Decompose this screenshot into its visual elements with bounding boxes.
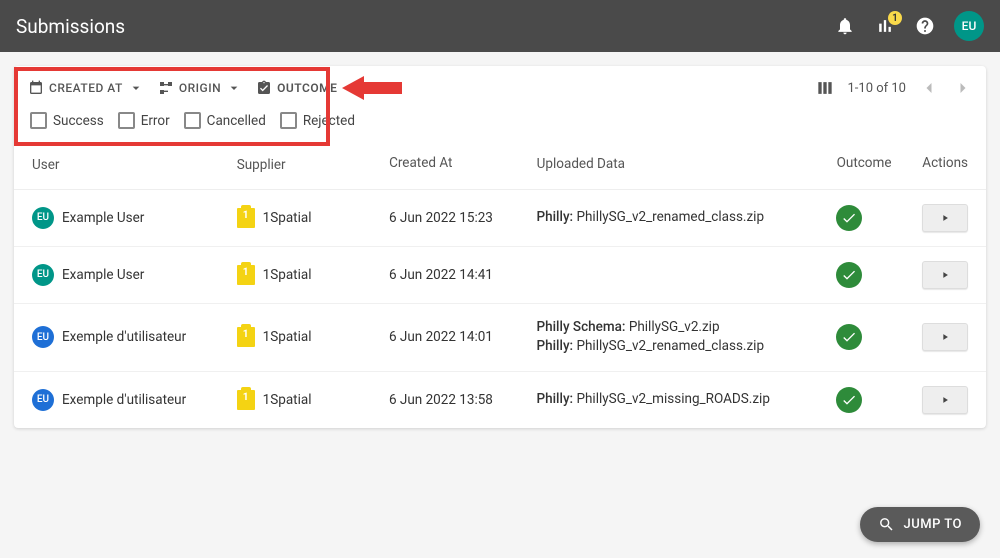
supplier-icon <box>237 208 255 228</box>
supplier-icon <box>237 327 255 347</box>
filter-origin[interactable]: ORIGIN <box>156 76 244 100</box>
prev-page-button[interactable] <box>918 77 940 99</box>
jump-to-button[interactable]: JUMP TO <box>860 507 980 542</box>
chevron-down-icon <box>128 80 144 96</box>
uploaded-data: Philly: PhillySG_v2_renamed_class.zip <box>537 208 837 228</box>
uploaded-data: Philly Schema: PhillySG_v2.zip Philly: P… <box>537 318 837 357</box>
supplier-icon <box>237 265 255 285</box>
jump-to-label: JUMP TO <box>903 517 962 532</box>
calendar-icon <box>28 80 44 96</box>
outcome-option-cancelled[interactable]: Cancelled <box>184 112 266 129</box>
table-row: EU Exemple d'utilisateur 1Spatial 6 Jun … <box>14 372 986 428</box>
table-row: EU Example User 1Spatial 6 Jun 2022 15:2… <box>14 190 986 247</box>
submissions-table: User Supplier Created At Uploaded Data O… <box>14 141 986 428</box>
page-title: Submissions <box>16 15 834 38</box>
pagination-label: 1-10 of 10 <box>847 81 906 96</box>
columns-icon[interactable] <box>815 78 835 98</box>
col-header-supplier: Supplier <box>237 155 389 175</box>
col-header-uploaded: Uploaded Data <box>537 155 837 175</box>
outcome-option-rejected[interactable]: Rejected <box>280 112 355 129</box>
filter-label: OUTCOME <box>277 81 337 95</box>
filter-label: ORIGIN <box>179 81 221 95</box>
user-name: Exemple d'utilisateur <box>62 392 186 408</box>
top-bar: Submissions 1 EU <box>0 0 1000 52</box>
filter-outcome[interactable]: OUTCOME <box>254 76 360 100</box>
supplier-name: 1Spatial <box>263 210 312 226</box>
notifications-icon[interactable] <box>834 15 856 37</box>
checkbox-icon <box>280 112 297 129</box>
row-action-button[interactable] <box>922 261 968 289</box>
user-avatar[interactable]: EU <box>954 11 984 41</box>
created-at: 6 Jun 2022 14:01 <box>389 329 537 345</box>
user-name: Exemple d'utilisateur <box>62 329 186 345</box>
supplier-name: 1Spatial <box>263 267 312 283</box>
outcome-option-error[interactable]: Error <box>118 112 170 129</box>
outcome-success-icon <box>836 324 862 350</box>
analytics-icon[interactable]: 1 <box>874 15 896 37</box>
created-at: 6 Jun 2022 15:23 <box>389 210 537 226</box>
help-icon[interactable] <box>914 15 936 37</box>
option-label: Cancelled <box>207 113 266 129</box>
user-avatar-icon: EU <box>32 389 54 411</box>
uploaded-data: Philly: PhillySG_v2_missing_ROADS.zip <box>537 390 837 410</box>
filter-bar: CREATED AT ORIGIN OUTCOME 1-10 of 10 <box>14 66 986 108</box>
option-label: Error <box>141 113 170 129</box>
user-name: Example User <box>62 267 144 283</box>
col-header-created: Created At <box>389 155 537 175</box>
user-avatar-icon: EU <box>32 207 54 229</box>
analytics-badge: 1 <box>888 11 902 25</box>
filter-label: CREATED AT <box>49 81 123 95</box>
row-action-button[interactable] <box>922 323 968 351</box>
next-page-button[interactable] <box>952 77 974 99</box>
outcome-success-icon <box>836 387 862 413</box>
option-label: Success <box>53 113 104 129</box>
col-header-outcome: Outcome <box>837 155 923 175</box>
filter-created-at[interactable]: CREATED AT <box>26 76 146 100</box>
created-at: 6 Jun 2022 13:58 <box>389 392 537 408</box>
checkbox-icon <box>30 112 47 129</box>
table-row: EU Example User 1Spatial 6 Jun 2022 14:4… <box>14 247 986 304</box>
submissions-panel: CREATED AT ORIGIN OUTCOME 1-10 of 10 <box>14 66 986 428</box>
filter-chips: CREATED AT ORIGIN OUTCOME <box>26 76 360 100</box>
row-action-button[interactable] <box>922 204 968 232</box>
tree-icon <box>158 80 174 96</box>
option-label: Rejected <box>303 113 355 129</box>
supplier-icon <box>237 390 255 410</box>
table-row: EU Exemple d'utilisateur 1Spatial 6 Jun … <box>14 304 986 372</box>
user-avatar-icon: EU <box>32 264 54 286</box>
topbar-actions: 1 EU <box>834 11 984 41</box>
user-avatar-icon: EU <box>32 326 54 348</box>
pagination-controls: 1-10 of 10 <box>815 77 974 99</box>
table-header: User Supplier Created At Uploaded Data O… <box>14 141 986 190</box>
supplier-name: 1Spatial <box>263 392 312 408</box>
checkbox-icon <box>118 112 135 129</box>
chevron-up-icon <box>342 80 358 96</box>
outcome-success-icon <box>836 262 862 288</box>
chevron-down-icon <box>226 80 242 96</box>
outcome-options: Success Error Cancelled Rejected <box>14 108 986 141</box>
col-header-actions: Actions <box>922 155 968 175</box>
supplier-name: 1Spatial <box>263 329 312 345</box>
outcome-option-success[interactable]: Success <box>30 112 104 129</box>
row-action-button[interactable] <box>922 386 968 414</box>
outcome-success-icon <box>836 205 862 231</box>
search-icon <box>878 516 895 533</box>
created-at: 6 Jun 2022 14:41 <box>389 267 537 283</box>
user-name: Example User <box>62 210 144 226</box>
col-header-user: User <box>32 155 237 175</box>
checkbox-icon <box>184 112 201 129</box>
clipboard-check-icon <box>256 80 272 96</box>
